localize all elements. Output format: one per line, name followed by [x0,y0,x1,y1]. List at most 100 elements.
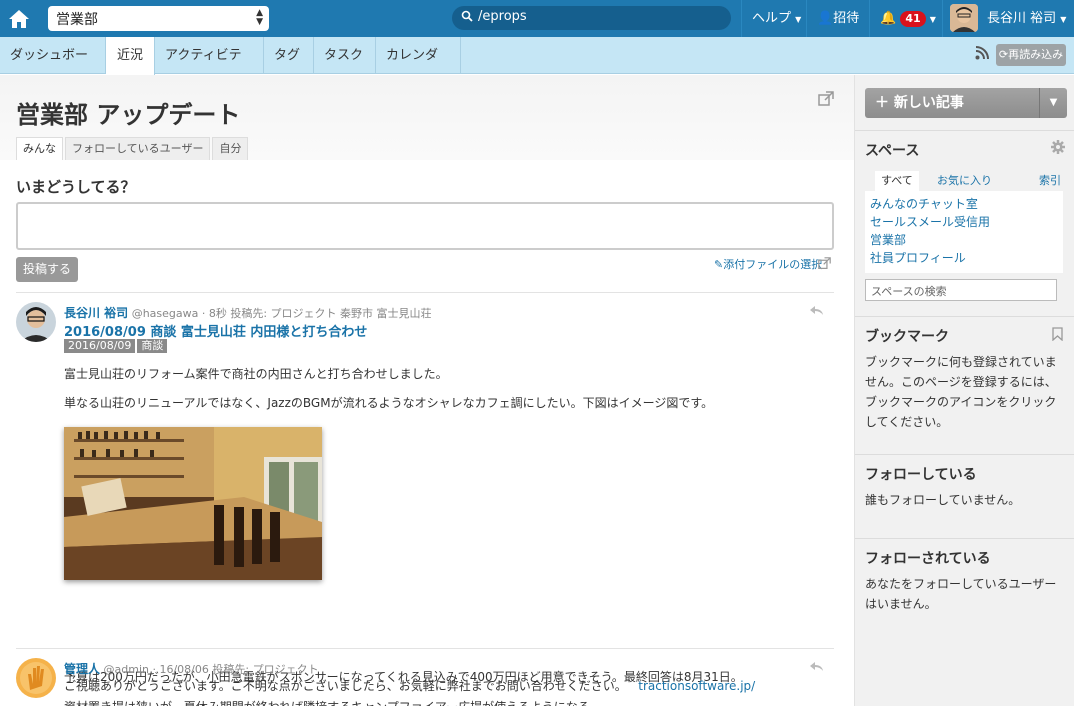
attach-label: 添付ファイルの選択 [723,258,823,271]
space-link[interactable]: みんなのチャット室 [870,195,1058,213]
main-content: 営業部 アップデート みんな フォローしているユーザー 自分 いまどうしてる？ … [0,75,854,706]
reply-icon[interactable] [810,306,824,316]
tab-tasks[interactable]: タスク [314,37,376,74]
home-icon [8,9,29,28]
paperclip-icon: ✎ [714,258,724,271]
refresh-icon: ⟳ [998,48,1009,61]
space-tab-all[interactable]: すべて [875,171,919,191]
add-user-icon: 👤 [817,11,834,26]
filter-tab-following[interactable]: フォローしているユーザー [65,137,211,160]
search-input[interactable]: /eprops [452,6,731,30]
space-selector[interactable]: 営業部 ▲ ▼ [48,6,269,31]
divider [855,130,1074,131]
home-button[interactable] [0,0,37,37]
entry-title[interactable]: 2016/08/09 商談 富士見山荘 内田様と打ち合わせ [64,321,367,340]
cafe-photo-image [64,427,322,580]
entry-link[interactable]: tractionsoftware.jp/ [638,679,755,693]
divider [16,648,834,649]
user-avatar-icon [16,302,56,342]
tag-list: 2016/08/09 商談 [64,339,168,353]
entry-meta-text: @hasegawa · 8秒 投稿先: プロジェクト 秦野市 富士見山荘 [131,307,432,320]
space-index-link[interactable]: 索引 [1039,171,1061,191]
sidebar: ＋ 新しい記事 ▼ スペース すべて お気に入り 索引 みんなのチャット室 セー… [854,75,1074,706]
external-link-icon[interactable] [818,91,834,107]
help-label: ヘルプ [752,11,792,26]
new-post-button[interactable]: ＋ 新しい記事 ▼ [865,88,1067,118]
tab-dashboard[interactable]: ダッシュボード [0,37,106,100]
tab-calendar[interactable]: カレンダー [376,37,461,100]
bookmarks-title: ブックマーク [865,329,949,345]
divider [855,538,1074,539]
search-value: /eprops [478,9,527,24]
invite-label: 招待 [833,11,860,26]
entry-meta-text: @admin · 16/08/06 投稿先: プロジェクト [103,663,319,676]
tab-activity[interactable]: アクティビティ [155,37,264,100]
spaces-title: スペース [865,143,920,159]
caret-down-icon: ▼ [1049,97,1058,108]
status-input[interactable] [16,202,834,250]
space-link[interactable]: セールスメール受信用 [870,213,1058,231]
new-post-dropdown[interactable]: ▼ [1039,88,1067,118]
divider [16,292,834,293]
followers-text: あなたをフォローしているユーザーはいません。 [865,577,1057,611]
invite-button[interactable]: 👤招待 [806,0,869,37]
space-link[interactable]: 社員プロフィール [870,249,1058,267]
search-icon [461,10,473,22]
tab-tags[interactable]: タグ [264,37,314,74]
bookmark-icon[interactable] [1052,327,1063,341]
avatar[interactable] [950,4,978,32]
page-header: 営業部 アップデート みんな フォローしているユーザー 自分 [0,75,854,160]
space-search-input[interactable]: スペースの検索 [865,279,1057,301]
help-menu[interactable]: ヘルプ ▼ [741,0,811,37]
entry-paragraph: 富士見山荘のリフォーム案件で商社の内田さんと打ち合わせしました。 [64,367,448,381]
rss-icon[interactable] [975,46,989,60]
feed-filter-tabs: みんな フォローしているユーザー 自分 [16,137,250,160]
space-selector-value: 営業部 [56,12,98,28]
attach-file-link[interactable]: ✎添付ファイルの選択 [714,256,822,272]
feed-entry: 管理人 @admin · 16/08/06 投稿先: プロジェクト ご視聴ありが… [16,658,834,706]
post-button[interactable]: 投稿する [16,257,78,282]
entry-meta: 長谷川 裕司 @hasegawa · 8秒 投稿先: プロジェクト 秦野市 富士… [64,304,432,321]
reload-label: 再読み込み [1008,48,1064,61]
entry-image[interactable] [64,427,322,580]
filter-tab-me[interactable]: 自分 [212,137,249,160]
top-bar: 営業部 ▲ ▼ /eprops ヘルプ ▼ 👤招待 🔔 41 ▼ 長谷川 裕司 ▼ [0,0,1074,37]
tag[interactable]: 商談 [137,339,168,353]
notification-badge: 41 [900,11,926,27]
user-name: 長谷川 裕司 [987,11,1057,26]
space-tab-favorites[interactable]: お気に入り [931,171,998,191]
tag[interactable]: 2016/08/09 [64,339,136,353]
avatar[interactable] [16,658,56,698]
hand-avatar-icon [16,658,56,698]
space-link[interactable]: 営業部 [870,231,1058,249]
user-avatar-icon [950,4,978,32]
filter-tab-everyone[interactable]: みんな [16,137,63,160]
bell-icon: 🔔 [880,11,897,26]
space-tabs: すべて お気に入り 索引 [865,171,1067,191]
entry-body: ご視聴ありがとうございます。ご不明な点がございましたら、お気軽に弊社までお問い合… [64,677,755,694]
caret-down-icon: ▼ [929,15,936,24]
author-link[interactable]: 長谷川 裕司 [64,306,128,320]
tab-updates[interactable]: 近況 [106,37,155,75]
reply-icon[interactable] [810,662,824,672]
sub-navigation: ダッシュボード 近況 アクティビティ タグ タスク カレンダー ⟳再読み込み [0,37,1074,100]
external-link-icon[interactable] [818,257,831,270]
divider [855,454,1074,455]
caret-down-icon: ▼ [795,15,802,24]
entry-body-text: ご視聴ありがとうございます。ご不明な点がございましたら、お気軽に弊社までお問い合… [64,679,627,693]
caret-down-icon: ▼ [1060,15,1067,24]
notifications-button[interactable]: 🔔 41 ▼ [869,0,942,37]
author-link[interactable]: 管理人 [64,662,100,676]
divider [855,316,1074,317]
following-text: 誰もフォローしていません。 [865,493,1021,507]
reload-button[interactable]: ⟳再読み込み [996,44,1066,66]
following-title: フォローしている [865,467,977,483]
new-post-label: 新しい記事 [893,95,964,111]
gear-icon[interactable] [1051,140,1065,154]
space-list: みんなのチャット室 セールスメール受信用 営業部 社員プロフィール [865,191,1063,273]
select-arrows-icon: ▲ ▼ [256,8,263,27]
entry-paragraph: 単なる山荘のリニューアルではなく、JazzのBGMが流れるようなオシャレなカフェ… [64,396,714,410]
status-prompt: いまどうしてる？ [16,178,136,196]
avatar[interactable] [16,302,56,342]
plus-icon: ＋ [875,95,889,111]
